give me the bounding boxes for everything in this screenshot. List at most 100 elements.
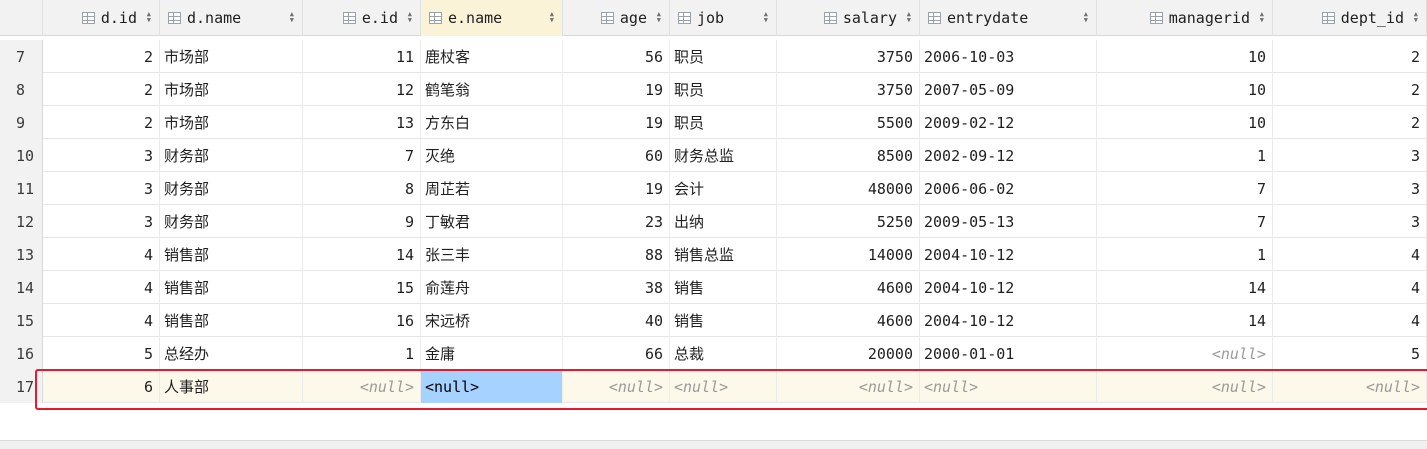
cell-salary[interactable]: 20000 (777, 337, 920, 370)
column-header-e-name[interactable]: e.name ▲ ▼ (421, 0, 563, 36)
sort-arrows-icon[interactable]: ▲ ▼ (657, 11, 661, 24)
column-header-job[interactable]: job ▲ ▼ (670, 0, 777, 36)
table-row[interactable]: 16 5 总经办 1 金庸 66 总裁 20000 2000-01-01 <null> 5 (0, 337, 1427, 370)
cell-job[interactable]: 职员 (670, 106, 777, 139)
cell-age[interactable]: 40 (563, 304, 670, 337)
cell-e-id[interactable]: 7 (303, 139, 421, 172)
sort-arrows-icon[interactable]: ▲ ▼ (147, 11, 151, 24)
table-row[interactable]: 17 6 人事部 <null> <null> <null> <null> <null> <nul… (0, 370, 1427, 403)
cell-d-name[interactable]: 财务部 (160, 139, 303, 172)
cell-entrydate[interactable]: 2000-01-01 (920, 337, 1097, 370)
column-header-e-id[interactable]: e.id ▲ ▼ (303, 0, 421, 36)
cell-entrydate[interactable]: 2004-10-12 (920, 271, 1097, 304)
cell-dept-id[interactable]: 3 (1273, 172, 1427, 205)
cell-managerid[interactable]: 14 (1097, 271, 1273, 304)
cell-job[interactable]: <null> (670, 370, 777, 403)
cell-e-id[interactable]: 13 (303, 106, 421, 139)
sort-arrows-icon[interactable]: ▲ ▼ (1260, 11, 1264, 24)
cell-managerid[interactable]: 10 (1097, 40, 1273, 73)
cell-age[interactable]: <null> (563, 370, 670, 403)
cell-entrydate[interactable]: 2009-05-13 (920, 205, 1097, 238)
cell-dept-id[interactable]: <null> (1273, 370, 1427, 403)
cell-job[interactable]: 职员 (670, 73, 777, 106)
cell-job[interactable]: 总裁 (670, 337, 777, 370)
cell-d-id[interactable]: 5 (43, 337, 160, 370)
cell-e-name[interactable]: 俞莲舟 (421, 271, 563, 304)
cell-salary[interactable]: 3750 (777, 73, 920, 106)
cell-d-id[interactable]: 2 (43, 106, 160, 139)
cell-d-name[interactable]: 市场部 (160, 73, 303, 106)
row-number[interactable]: 16 (0, 337, 43, 370)
cell-salary[interactable]: 3750 (777, 40, 920, 73)
row-number[interactable]: 15 (0, 304, 43, 337)
table-row[interactable]: 10 3 财务部 7 灭绝 60 财务总监 8500 2002-09-12 1 3 (0, 139, 1427, 172)
cell-managerid[interactable]: 10 (1097, 106, 1273, 139)
cell-job[interactable]: 销售 (670, 271, 777, 304)
cell-d-name[interactable]: 销售部 (160, 304, 303, 337)
cell-d-id[interactable]: 6 (43, 370, 160, 403)
cell-job[interactable]: 会计 (670, 172, 777, 205)
cell-managerid[interactable]: <null> (1097, 337, 1273, 370)
cell-e-name[interactable]: 方东白 (421, 106, 563, 139)
column-header-dept-id[interactable]: dept_id ▲ ▼ (1273, 0, 1427, 36)
cell-age[interactable]: 19 (563, 73, 670, 106)
sort-arrows-icon[interactable]: ▲ ▼ (764, 11, 768, 24)
cell-dept-id[interactable]: 3 (1273, 205, 1427, 238)
table-row[interactable]: 8 2 市场部 12 鹤笔翁 19 职员 3750 2007-05-09 10 2 (0, 73, 1427, 106)
cell-salary[interactable]: 4600 (777, 271, 920, 304)
cell-e-id[interactable]: <null> (303, 370, 421, 403)
sort-arrows-icon[interactable]: ▲ ▼ (550, 11, 554, 24)
cell-e-name[interactable]: 金庸 (421, 337, 563, 370)
sort-arrows-icon[interactable]: ▲ ▼ (1084, 11, 1088, 24)
column-header-d-id[interactable]: d.id ▲ ▼ (43, 0, 160, 36)
cell-job[interactable]: 销售 (670, 304, 777, 337)
cell-salary[interactable]: 4600 (777, 304, 920, 337)
sort-arrows-icon[interactable]: ▲ ▼ (290, 11, 294, 24)
cell-e-name[interactable]: 周芷若 (421, 172, 563, 205)
cell-entrydate[interactable]: 2009-02-12 (920, 106, 1097, 139)
cell-d-name[interactable]: 市场部 (160, 40, 303, 73)
cell-salary[interactable]: 5250 (777, 205, 920, 238)
cell-d-name[interactable]: 市场部 (160, 106, 303, 139)
cell-dept-id[interactable]: 2 (1273, 106, 1427, 139)
cell-e-name[interactable]: 鹤笔翁 (421, 73, 563, 106)
cell-dept-id[interactable]: 5 (1273, 337, 1427, 370)
column-header-managerid[interactable]: managerid ▲ ▼ (1097, 0, 1273, 36)
table-row[interactable]: 15 4 销售部 16 宋远桥 40 销售 4600 2004-10-12 14 4 (0, 304, 1427, 337)
cell-d-id[interactable]: 4 (43, 304, 160, 337)
column-header-salary[interactable]: salary ▲ ▼ (777, 0, 920, 36)
table-row[interactable]: 14 4 销售部 15 俞莲舟 38 销售 4600 2004-10-12 14 4 (0, 271, 1427, 304)
row-number[interactable]: 7 (0, 40, 43, 73)
cell-job[interactable]: 财务总监 (670, 139, 777, 172)
cell-dept-id[interactable]: 2 (1273, 73, 1427, 106)
horizontal-scrollbar[interactable] (0, 440, 1427, 449)
cell-e-id[interactable]: 15 (303, 271, 421, 304)
cell-salary[interactable]: 8500 (777, 139, 920, 172)
cell-salary[interactable]: 14000 (777, 238, 920, 271)
cell-dept-id[interactable]: 2 (1273, 40, 1427, 73)
cell-d-name[interactable]: 财务部 (160, 205, 303, 238)
cell-age[interactable]: 19 (563, 172, 670, 205)
cell-job[interactable]: 职员 (670, 40, 777, 73)
cell-d-id[interactable]: 4 (43, 271, 160, 304)
cell-age[interactable]: 23 (563, 205, 670, 238)
cell-e-id[interactable]: 1 (303, 337, 421, 370)
cell-d-id[interactable]: 3 (43, 172, 160, 205)
table-row[interactable]: 12 3 财务部 9 丁敏君 23 出纳 5250 2009-05-13 7 3 (0, 205, 1427, 238)
cell-d-id[interactable]: 3 (43, 139, 160, 172)
sort-arrows-icon[interactable]: ▲ ▼ (907, 11, 911, 24)
cell-d-id[interactable]: 2 (43, 40, 160, 73)
cell-managerid[interactable]: 7 (1097, 205, 1273, 238)
row-number[interactable]: 11 (0, 172, 43, 205)
table-row[interactable]: 9 2 市场部 13 方东白 19 职员 5500 2009-02-12 10 2 (0, 106, 1427, 139)
column-header-age[interactable]: age ▲ ▼ (563, 0, 670, 36)
cell-entrydate[interactable]: 2002-09-12 (920, 139, 1097, 172)
cell-d-name[interactable]: 销售部 (160, 238, 303, 271)
cell-e-id[interactable]: 8 (303, 172, 421, 205)
cell-e-id[interactable]: 16 (303, 304, 421, 337)
cell-salary[interactable]: 5500 (777, 106, 920, 139)
cell-d-name[interactable]: 销售部 (160, 271, 303, 304)
cell-e-name[interactable]: 张三丰 (421, 238, 563, 271)
cell-d-name[interactable]: 财务部 (160, 172, 303, 205)
cell-salary[interactable]: <null> (777, 370, 920, 403)
